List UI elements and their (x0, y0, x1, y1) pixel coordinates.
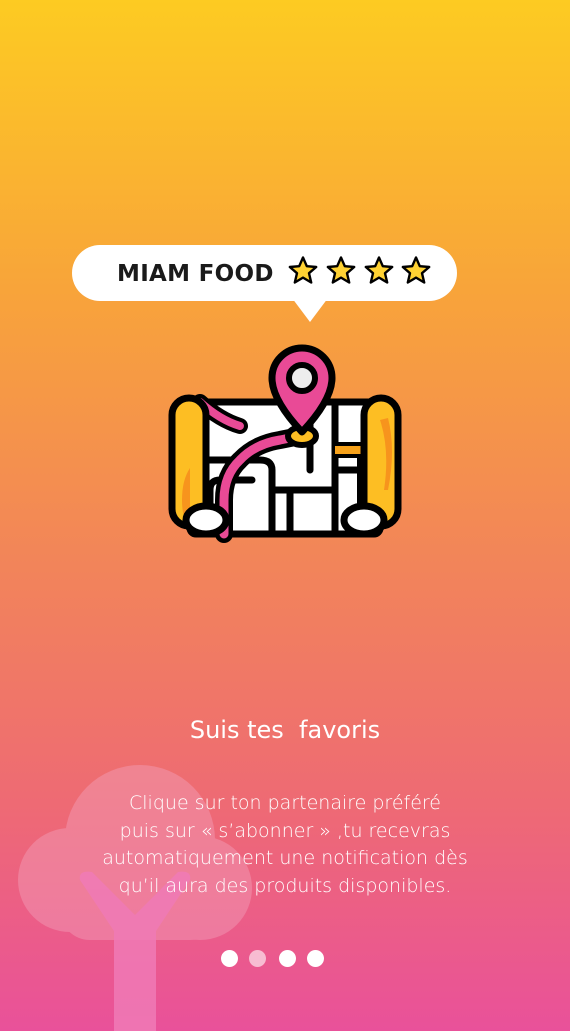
description-line: puis sur « s’abonner » ,tu recevras (119, 819, 451, 842)
map-with-location-pin-icon (168, 344, 402, 543)
page-dot-4[interactable] (307, 950, 324, 967)
onboarding-screen: MIAM FOOD Suis tes favoris Clique sur to… (0, 0, 570, 1031)
bubble-pointer (292, 298, 328, 322)
description-line: automatiquement une notification dès (102, 847, 468, 869)
star-icon (326, 256, 356, 284)
onboarding-title: Suis tes favoris (189, 716, 381, 744)
page-dot-1[interactable] (221, 950, 238, 967)
page-dot-3[interactable] (279, 950, 296, 967)
onboarding-description: Clique sur ton partenaire préféré puis s… (40, 790, 530, 900)
restaurant-name: MIAM FOOD (117, 261, 274, 287)
star-icon (401, 256, 431, 284)
description-line: Clique sur ton partenaire préféré (129, 792, 441, 814)
star-icon (364, 256, 394, 284)
pagination-dots (0, 950, 570, 970)
star-icon (288, 256, 318, 284)
description-line: qu’il aura des produits disponibles. (118, 874, 452, 897)
page-dot-2[interactable] (249, 950, 266, 967)
rating-stars (287, 255, 437, 291)
